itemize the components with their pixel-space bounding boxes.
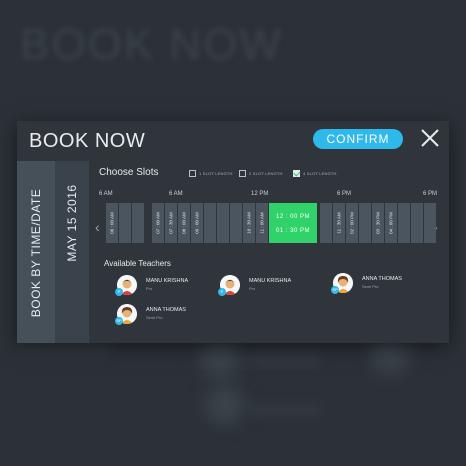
time-label: 6 AM (99, 191, 113, 197)
teacher-level: Pro (146, 286, 153, 291)
time-slot-label: 06 : 00 AM (109, 212, 115, 234)
time-slot[interactable]: 02 : 00 PM (346, 203, 358, 243)
slot-option-1[interactable]: 1 SLOT LENGTH (189, 170, 233, 177)
level-badge: P (218, 288, 226, 296)
time-label: 6 PM (423, 191, 438, 197)
close-icon[interactable] (419, 127, 441, 149)
time-slot-label: 11 : 30 AM (336, 212, 342, 234)
slot-option-label: 2 SLOT LENGTH (249, 171, 283, 176)
teacher-card[interactable]: SP ANNA THOMAS Semi Pro (115, 304, 237, 330)
background-avatar (200, 340, 240, 380)
time-slot-label: 04 : 00 PM (388, 212, 394, 234)
choose-slots-title: Choose Slots (99, 167, 159, 178)
teacher-card[interactable]: SP ANNA THOMAS Semi Pro (331, 273, 443, 299)
teacher-name: ANNA THOMAS (362, 276, 402, 282)
level-badge: SP (115, 317, 123, 325)
tab-book-by-time-date[interactable]: BOOK BY TIME/DATE (17, 161, 55, 343)
time-slot-label: 03 : 30 PM (375, 212, 381, 234)
slot-option-3[interactable]: 4 SLOT LENGTH (293, 170, 337, 177)
book-now-modal: BOOK NOW CONFIRM BOOK BY TIME/DATE MAY 1… (17, 121, 449, 343)
time-slot-label: 07 : 00 AM (155, 212, 161, 234)
time-slot[interactable] (398, 203, 410, 243)
checkbox[interactable] (189, 170, 196, 177)
available-teachers-title: Available Teachers (104, 259, 171, 268)
modal-title: BOOK NOW (29, 130, 146, 152)
time-slot-label: 08 : 00 AM (181, 212, 187, 234)
time-label: 12 PM (251, 191, 269, 197)
time-slot[interactable] (204, 203, 216, 243)
time-slot[interactable] (359, 203, 371, 243)
time-slot[interactable]: 07 : 00 AM (152, 203, 164, 243)
teacher-card[interactable]: P MANU KRISHNA Pro (218, 275, 340, 301)
time-slot[interactable] (217, 203, 229, 243)
background-title: BOOK NOW (20, 20, 283, 69)
time-slot-label: 07 : 30 AM (168, 212, 174, 234)
confirm-button[interactable]: CONFIRM (313, 129, 403, 149)
modal-header: BOOK NOW CONFIRM (17, 121, 449, 161)
chevron-left-icon[interactable]: ‹ (95, 219, 100, 235)
time-slot-label: 10 : 30 AM (246, 212, 252, 234)
selected-time-slot[interactable]: 12 : 00 PM 01 : 30 PM (269, 203, 317, 243)
time-slot-strip: 06 : 00 AM 07 : 00 AM 07 : 30 AM 08 : 00… (106, 203, 444, 243)
background-bar (250, 405, 320, 415)
time-slot[interactable]: 09 : 00 AM (191, 203, 203, 243)
time-slot[interactable] (320, 203, 332, 243)
time-slot[interactable] (424, 203, 436, 243)
level-badge: SP (331, 286, 339, 294)
background-bar (250, 355, 320, 365)
date-panel: MAY 15 2016 (55, 161, 89, 343)
slot-option-2[interactable]: 2 SLOT LENGTH (239, 170, 283, 177)
time-slot[interactable]: 06 : 00 AM (106, 203, 118, 243)
time-slot-label: 02 : 00 PM (349, 212, 355, 234)
selected-date: MAY 15 2016 (65, 184, 79, 262)
background-avatar (205, 385, 245, 425)
selected-slot-end: 01 : 30 PM (275, 228, 310, 234)
time-axis: 6 AM 6 AM 12 PM 6 PM 6 PM (89, 189, 449, 203)
time-slot-label: 11 : 00 AM (259, 212, 265, 234)
time-slot[interactable]: 07 : 30 AM (165, 203, 177, 243)
teacher-level: Semi Pro (362, 284, 379, 289)
time-slot[interactable]: 04 : 00 PM (385, 203, 397, 243)
teacher-level: Semi Pro (146, 315, 163, 320)
level-badge: P (115, 288, 123, 296)
teacher-name: MANU KRISHNA (146, 278, 189, 284)
time-slot-label: 09 : 00 AM (194, 212, 200, 234)
time-slot[interactable] (132, 203, 144, 243)
time-slot[interactable] (230, 203, 242, 243)
time-slot[interactable]: 03 : 30 PM (372, 203, 384, 243)
teacher-name: MANU KRISHNA (249, 278, 292, 284)
teacher-name: ANNA THOMAS (146, 307, 186, 313)
teacher-level: Pro (249, 286, 256, 291)
checkbox-checked[interactable] (293, 170, 300, 177)
content-area: Choose Slots 1 SLOT LENGTH 2 SLOT LENGTH… (89, 161, 449, 343)
time-slot[interactable]: 10 : 30 AM (243, 203, 255, 243)
time-label: 6 AM (169, 191, 183, 197)
slot-option-label: 1 SLOT LENGTH (199, 171, 233, 176)
time-slot[interactable] (411, 203, 423, 243)
time-slot[interactable]: 11 : 00 AM (256, 203, 268, 243)
checkbox[interactable] (239, 170, 246, 177)
time-slot[interactable] (119, 203, 131, 243)
slot-option-label: 4 SLOT LENGTH (303, 171, 337, 176)
side-label-primary: BOOK BY TIME/DATE (29, 188, 43, 318)
selected-slot-start: 12 : 00 PM (275, 214, 310, 220)
time-slot[interactable]: 08 : 00 AM (178, 203, 190, 243)
time-label: 6 PM (337, 191, 352, 197)
time-slot[interactable]: 11 : 30 AM (333, 203, 345, 243)
